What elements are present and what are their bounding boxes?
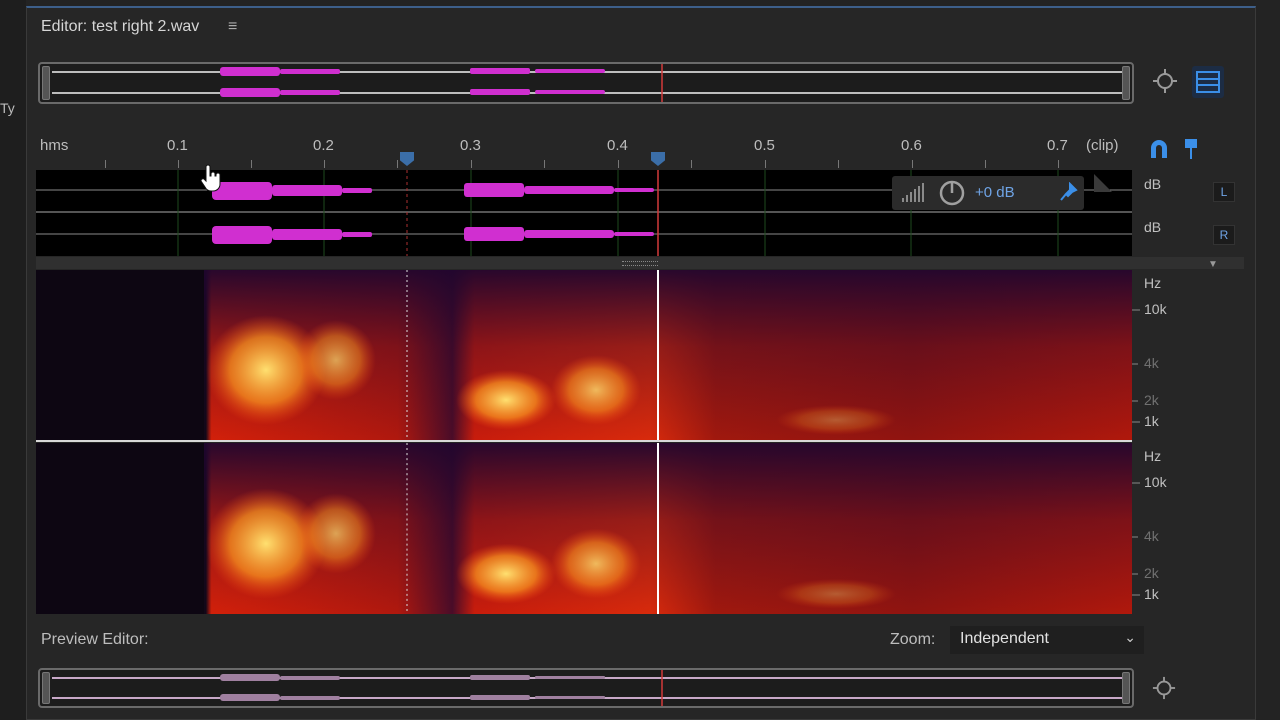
ruler-end-label: (clip) xyxy=(1086,137,1119,154)
ruler-tick xyxy=(985,160,986,168)
freq-label: 1k xyxy=(1144,586,1159,602)
ruler-tick xyxy=(178,160,179,168)
freq-label: 4k xyxy=(1144,355,1159,371)
preview-waveform xyxy=(220,670,663,706)
ruler-tick-label: 0.5 xyxy=(754,137,775,154)
spectrogram-right xyxy=(36,443,1132,614)
spectral-display-left[interactable] xyxy=(36,270,1132,440)
channel-db-label: dB xyxy=(1144,176,1162,192)
freq-label: 2k xyxy=(1144,392,1159,408)
view-divider[interactable]: ▼ xyxy=(36,257,1244,270)
ruler-tick-label: 0.6 xyxy=(901,137,922,154)
overview-waveform xyxy=(220,64,663,102)
spectral-view-icon xyxy=(1196,71,1220,93)
zoom-all-icon[interactable] xyxy=(1150,66,1180,96)
ruler-tick xyxy=(105,160,106,168)
marker-pin-icon[interactable] xyxy=(1180,136,1202,162)
preview-editor-label: Preview Editor: xyxy=(41,631,149,648)
ruler-tick xyxy=(765,160,766,168)
ruler-tick-label: 0.7 xyxy=(1047,137,1068,154)
ruler-tick xyxy=(397,160,398,168)
freq-label: 10k xyxy=(1144,301,1167,317)
ruler-tick xyxy=(324,160,325,168)
ruler-tick xyxy=(838,160,839,168)
freq-label: 1k xyxy=(1144,413,1159,429)
channel-left-button[interactable]: L xyxy=(1213,182,1235,202)
clipped-sidebar-text: Ty xyxy=(0,100,15,116)
zoom-label: Zoom: xyxy=(890,631,936,648)
ruler-tick-label: 0.2 xyxy=(313,137,334,154)
zoom-dropdown[interactable]: Independent ⌄ xyxy=(950,626,1144,654)
ruler-tick xyxy=(251,160,252,168)
spectrogram-left xyxy=(36,270,1132,440)
editor-title: Editor: test right 2.wav xyxy=(41,18,200,35)
freq-label: 4k xyxy=(1144,528,1159,544)
spectral-view-button[interactable] xyxy=(1192,66,1224,98)
left-edge-panel: Ty xyxy=(0,0,26,720)
power-knob-icon[interactable] xyxy=(938,179,966,207)
level-bars-icon xyxy=(902,183,924,202)
ruler-unit-label: hms xyxy=(40,137,69,154)
channel-separator xyxy=(36,440,1132,442)
ruler-tick-label: 0.4 xyxy=(607,137,628,154)
chevron-down-icon: ⌄ xyxy=(1124,629,1136,645)
overview-navigator[interactable] xyxy=(38,62,1134,104)
freq-label: 10k xyxy=(1144,474,1167,490)
channel-right-button[interactable]: R xyxy=(1213,225,1235,245)
gain-value[interactable]: +0 dB xyxy=(975,184,1015,201)
ruler-tick-label: 0.3 xyxy=(460,137,481,154)
zoom-all-icon[interactable] xyxy=(1150,674,1178,702)
ruler-tick xyxy=(471,160,472,168)
divider-grip[interactable] xyxy=(622,261,658,266)
ruler-tick xyxy=(618,160,619,168)
hamburger-menu-icon[interactable]: ≡ xyxy=(228,18,237,36)
hand-cursor-icon xyxy=(200,164,221,192)
ruler-tick xyxy=(1058,160,1059,168)
freq-ticks xyxy=(1132,309,1140,596)
ruler-tick xyxy=(912,160,913,168)
pin-icon[interactable] xyxy=(1058,182,1078,204)
ruler-tick xyxy=(691,160,692,168)
frequency-scale xyxy=(1132,270,1244,614)
freq-unit-label: Hz xyxy=(1144,275,1162,291)
ruler-tick xyxy=(544,160,545,168)
chevron-down-icon[interactable]: ▼ xyxy=(1208,259,1218,270)
channel-db-label: dB xyxy=(1144,219,1162,235)
preview-overview[interactable] xyxy=(38,668,1134,708)
snap-icon[interactable] xyxy=(1146,136,1172,162)
freq-unit-label: Hz xyxy=(1144,448,1162,464)
freq-label: 2k xyxy=(1144,565,1159,581)
zoom-dropdown-value: Independent xyxy=(960,630,1049,647)
ruler-tick-label: 0.1 xyxy=(167,137,188,154)
spectral-display-right[interactable] xyxy=(36,443,1132,614)
